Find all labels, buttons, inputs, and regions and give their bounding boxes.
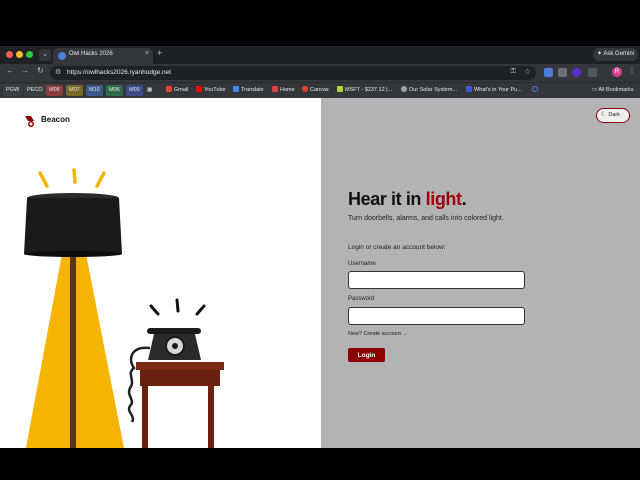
bookmark-item[interactable]: PGW (3, 85, 23, 96)
lamp-ray (72, 168, 77, 184)
bookmark-item[interactable]: YouTube (196, 85, 226, 96)
bookmark-label: What's in Your Pu... (474, 87, 522, 93)
new-tab-button[interactable]: + (157, 48, 162, 58)
bookmark-label: Canvas (310, 87, 329, 93)
translate-icon (233, 86, 239, 92)
lamp-ray (38, 171, 49, 188)
tagline: Turn doorbells, alarms, and calls into c… (348, 215, 504, 222)
reload-icon[interactable]: ↻ (37, 66, 44, 75)
lamp-pole (70, 254, 76, 448)
bookmark-item[interactable]: Our Solar System... (401, 85, 457, 96)
theme-toggle-label: Dark (608, 112, 621, 118)
maximize-window-button[interactable] (26, 51, 33, 58)
login-button[interactable]: Login (348, 348, 385, 362)
bookmark-item[interactable]: Translate (233, 85, 264, 96)
extension-icon[interactable] (544, 68, 553, 77)
solar-system-icon (401, 86, 407, 92)
all-bookmarks-button[interactable]: ▭ All Bookmarks (592, 85, 634, 96)
address-bar[interactable]: ⚙ https://owlhacks2026.ryanhodge.net ⚿ ☆ (50, 66, 536, 80)
bookmark-item[interactable]: M08 (46, 85, 63, 96)
phone-dial-center (172, 343, 178, 349)
bookmark-item[interactable]: M06 (106, 85, 123, 96)
bookmark-item[interactable]: What's in Your Pu... (466, 85, 522, 96)
web-page: Beacon ☾ Dark Hear it in light. Turn doo… (0, 98, 640, 448)
bookmark-item[interactable]: M10 (86, 85, 103, 96)
youtube-icon (196, 86, 202, 92)
ring-icon (532, 86, 538, 92)
password-key-icon[interactable]: ⚿ (511, 68, 516, 76)
bookmarks-bar: PGW PECO M08 M07 M10 M06 M09 ▦ Gmail You… (0, 82, 640, 98)
screen: ⌄ Owl Hacks 2026 × + ✦ Ask Gemini ← → ↻ … (0, 0, 640, 480)
minimize-window-button[interactable] (16, 51, 23, 58)
extension-grid-icon[interactable] (558, 68, 567, 77)
ask-gemini-button[interactable]: ✦ Ask Gemini (593, 48, 638, 61)
tab-search-button[interactable]: ⌄ (39, 49, 51, 61)
table-leg (142, 386, 148, 448)
active-tab[interactable]: Owl Hacks 2026 × (53, 48, 153, 64)
bookmark-label: Home (280, 87, 295, 93)
moon-icon: ☾ (601, 112, 607, 118)
msft-stock-icon (337, 86, 343, 92)
login-panel: ☾ Dark Hear it in light. Turn doorbells, … (321, 98, 640, 448)
headline-text: Hear it in (348, 189, 426, 209)
tab-close-icon[interactable]: × (145, 50, 149, 57)
login-prompt: Login or create an account below: (348, 244, 446, 251)
lamp-shade (24, 198, 122, 254)
pu-icon (466, 86, 472, 92)
bookmark-label: Our Solar System... (409, 87, 457, 93)
headline-period: . (461, 189, 467, 209)
bookmark-item[interactable]: Home (272, 85, 295, 96)
close-window-button[interactable] (6, 51, 13, 58)
username-input[interactable] (348, 271, 525, 289)
bookmark-item[interactable]: MSFT - $237.12 |... (337, 85, 392, 96)
bookmark-label: Gmail (174, 87, 189, 93)
table-leg (208, 386, 214, 448)
more-menu-icon[interactable]: ⋮ (628, 66, 636, 75)
url-text[interactable]: https://owlhacks2026.ryanhodge.net (67, 69, 171, 76)
bookmark-item[interactable]: Canvas (302, 85, 329, 96)
extensions-puzzle-icon[interactable] (588, 68, 597, 77)
lamp-phone-illustration (24, 168, 224, 448)
phone-ring-mark (175, 298, 180, 313)
forward-arrow-icon[interactable]: → (21, 66, 29, 75)
lamp-ray (95, 171, 106, 188)
home-icon (272, 86, 278, 92)
site-info-icon[interactable]: ⚙ (55, 68, 61, 76)
headline-accent: light (425, 189, 462, 209)
password-label: Password (348, 296, 375, 302)
all-bookmarks-label: All Bookmarks (598, 87, 634, 93)
password-input[interactable] (348, 307, 525, 325)
bookmark-star-icon[interactable]: ☆ (524, 67, 531, 76)
tab-title: Owl Hacks 2026 (69, 51, 113, 57)
apps-grid-icon[interactable]: ▦ (147, 85, 152, 96)
illustration-panel: Beacon (0, 98, 321, 448)
bookmark-item[interactable]: M07 (66, 85, 83, 96)
ring-bookmark-icon[interactable] (532, 85, 540, 96)
phone-ring-mark (149, 304, 160, 316)
phone-handset (147, 328, 201, 334)
create-account-link[interactable]: New? Create account → (348, 331, 408, 337)
gmail-icon (166, 86, 172, 92)
bookmark-label: MSFT - $237.12 |... (345, 87, 393, 93)
bookmark-item[interactable]: PECO (24, 85, 46, 96)
username-label: Username (348, 261, 376, 267)
canvas-icon (302, 86, 308, 92)
page-headline: Hear it in light. (348, 189, 467, 210)
bookmark-label: Translate (241, 87, 264, 93)
ask-gemini-label: Ask Gemini (603, 51, 635, 57)
bookmark-item[interactable]: M09 (126, 85, 143, 96)
owl-favicon-icon (58, 52, 66, 60)
extension-circle-icon[interactable] (572, 68, 581, 77)
table-apron (140, 370, 220, 386)
bookmark-label: YouTube (204, 87, 226, 93)
profile-avatar[interactable]: R (612, 67, 622, 77)
bookmark-item[interactable]: Gmail (166, 85, 188, 96)
phone-ring-mark (195, 304, 206, 316)
dark-mode-toggle[interactable]: ☾ Dark (596, 108, 630, 123)
lamp-shade-rim (24, 251, 122, 257)
table-top (136, 362, 224, 370)
back-arrow-icon[interactable]: ← (6, 66, 14, 75)
